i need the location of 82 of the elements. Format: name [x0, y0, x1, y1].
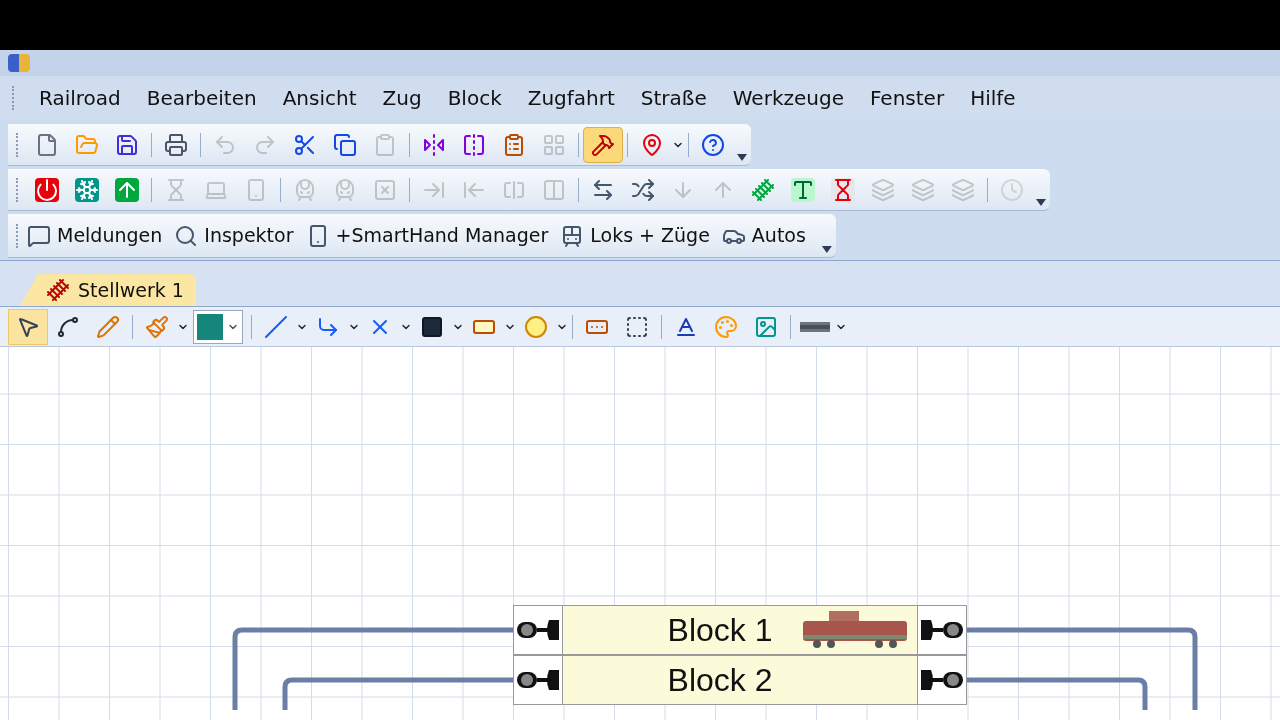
- line-icon: [264, 314, 288, 339]
- line-style-icon: [800, 321, 830, 332]
- snowflake-icon: [75, 177, 99, 202]
- signal-cell[interactable]: [917, 655, 967, 705]
- track-icon: [751, 177, 775, 202]
- signal-icon: [515, 667, 561, 693]
- clock-icon: [1000, 177, 1024, 202]
- brush-icon: [145, 314, 169, 339]
- menu-item[interactable]: Fenster: [859, 79, 955, 117]
- drawing-tool-button[interactable]: [8, 308, 48, 345]
- mirror-icon: [422, 132, 446, 157]
- menu-item[interactable]: Hilfe: [960, 79, 1026, 117]
- menu-item[interactable]: Zug: [372, 79, 432, 117]
- windows-icon: [951, 177, 975, 202]
- power-icon: [35, 177, 59, 202]
- panel-button[interactable]: Autos: [751, 221, 806, 250]
- messages-icon: [27, 223, 51, 248]
- arrow-up-icon: [115, 177, 139, 202]
- printer-icon: [164, 132, 188, 157]
- signal-icon: [919, 667, 965, 693]
- help-icon: [701, 132, 725, 157]
- windows-icon: [871, 177, 895, 202]
- signal-cell[interactable]: [513, 655, 563, 705]
- signal-box-icon: [46, 278, 70, 302]
- switch-icon: [591, 177, 615, 202]
- block-label: Block 1: [667, 611, 773, 650]
- folder-icon: [75, 132, 99, 157]
- text-frame-icon: [625, 314, 649, 339]
- toolbar-overflow-icon[interactable]: [821, 243, 832, 253]
- block[interactable]: Block 2: [563, 655, 917, 705]
- block[interactable]: Block 1: [563, 605, 917, 655]
- menu-item[interactable]: Bearbeiten: [136, 79, 267, 117]
- color-picker[interactable]: [193, 309, 243, 344]
- menu-item[interactable]: Ansicht: [272, 79, 367, 117]
- menu-item[interactable]: Werkzeuge: [722, 79, 854, 117]
- app-icon: [8, 54, 30, 72]
- paste-icon: [373, 132, 397, 157]
- node-edit-icon: [56, 314, 80, 339]
- signal-cell[interactable]: [513, 605, 563, 655]
- hourglass-icon: [831, 177, 855, 202]
- tools-icon: [591, 132, 615, 157]
- signal-icon: [420, 314, 444, 339]
- cross-box-icon: [373, 177, 397, 202]
- new-file-icon: [35, 132, 59, 157]
- panel-button[interactable]: +SmartHand Manager: [335, 221, 549, 250]
- block-label: Block 2: [667, 661, 773, 700]
- properties-icon: [502, 132, 526, 157]
- menu-item[interactable]: Block: [437, 79, 512, 117]
- windows-icon: [911, 177, 935, 202]
- circle-icon: [524, 314, 548, 339]
- train-icon: [293, 177, 317, 202]
- toolbar-grip[interactable]: [16, 223, 19, 248]
- map-pin-icon: [640, 132, 664, 157]
- palette-icon: [714, 314, 738, 339]
- toolbar-grip[interactable]: [12, 86, 15, 110]
- save-icon: [115, 132, 139, 157]
- toolbar-overflow-icon[interactable]: [737, 151, 747, 161]
- menu-item[interactable]: Railroad: [29, 79, 131, 117]
- cut-icon: [293, 132, 317, 157]
- toolbar-grip[interactable]: [16, 132, 19, 157]
- toolbar-grip[interactable]: [16, 177, 19, 202]
- signal-icon: [919, 617, 965, 643]
- mirror-icon: [462, 132, 486, 157]
- tab[interactable]: Stellwerk 1: [20, 274, 196, 306]
- image-icon: [754, 314, 778, 339]
- inspector-icon: [174, 223, 199, 248]
- panel-button[interactable]: Meldungen: [57, 221, 163, 250]
- columns-icon: [542, 177, 566, 202]
- signal-icon: [515, 617, 561, 643]
- copy-icon: [333, 132, 357, 157]
- toolbar-overflow-icon[interactable]: [1036, 196, 1046, 206]
- panel-button[interactable]: Loks + Züge: [590, 221, 710, 250]
- signal-cell[interactable]: [917, 605, 967, 655]
- train-icon: [333, 177, 357, 202]
- panel-button[interactable]: Inspektor: [204, 221, 294, 250]
- toolbar-button[interactable]: [583, 126, 623, 163]
- menu-item[interactable]: Straße: [630, 79, 717, 117]
- letter-icon: [791, 177, 815, 202]
- pencil-icon: [96, 314, 120, 339]
- shuffle-icon: [631, 177, 655, 202]
- menu-item[interactable]: Zugfahrt: [517, 79, 625, 117]
- grid-icon: [542, 132, 566, 157]
